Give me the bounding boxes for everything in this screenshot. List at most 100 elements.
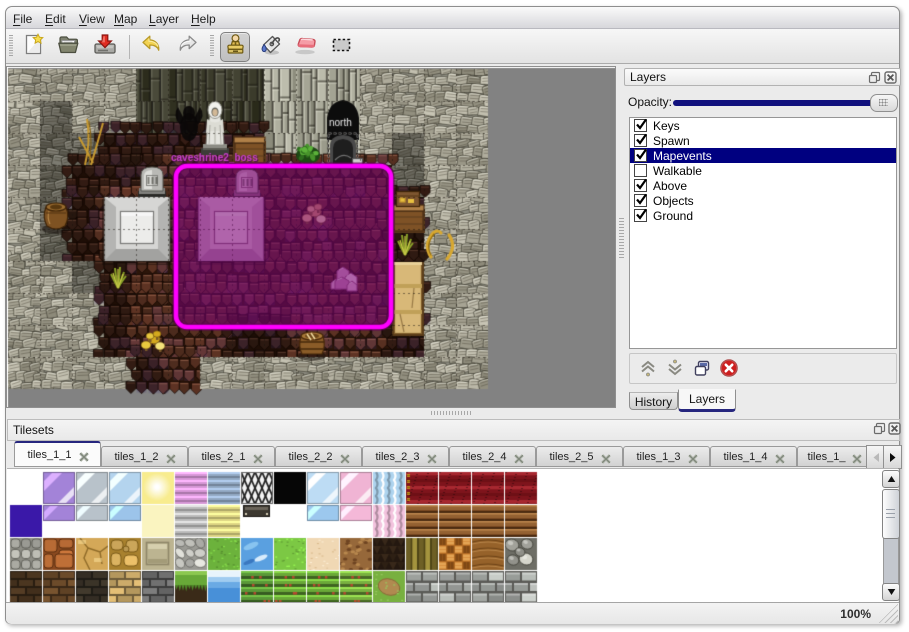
float-button[interactable] bbox=[873, 422, 886, 435]
tileset-tab-label: tiles_2_4 bbox=[462, 451, 506, 463]
tab-close-button[interactable] bbox=[78, 450, 88, 460]
undo-button[interactable] bbox=[138, 34, 164, 60]
delete-layer-button[interactable] bbox=[719, 358, 739, 378]
close-icon bbox=[687, 452, 699, 468]
tileset-tab-tiles_1_[interactable]: tiles_1_ bbox=[797, 446, 872, 467]
tileset-tab-tiles_1_2[interactable]: tiles_1_2 bbox=[101, 446, 188, 467]
opacity-slider-track[interactable] bbox=[673, 100, 895, 106]
resize-grip[interactable] bbox=[878, 603, 898, 623]
tab-close-button[interactable] bbox=[426, 452, 436, 462]
tab-layers-label: Layers bbox=[689, 392, 725, 406]
duplicate-layer-icon bbox=[692, 365, 712, 382]
undo-icon bbox=[139, 33, 164, 61]
close-icon bbox=[426, 452, 438, 468]
tileset-tab-tiles_1_1[interactable]: tiles_1_1 bbox=[14, 441, 101, 467]
tileset-tab-tiles_2_4[interactable]: tiles_2_4 bbox=[449, 446, 536, 467]
tab-close-button[interactable] bbox=[774, 452, 784, 462]
float-button[interactable] bbox=[868, 71, 881, 84]
close-button[interactable] bbox=[884, 71, 897, 84]
layer-row-walkable[interactable]: Walkable bbox=[630, 163, 896, 178]
open-button[interactable] bbox=[56, 34, 82, 60]
toolbar-grip[interactable] bbox=[210, 35, 214, 57]
tab-close-button[interactable] bbox=[687, 452, 697, 462]
tileset-tab-label: tiles_2_5 bbox=[549, 451, 593, 463]
tileset-tab-tiles_2_5[interactable]: tiles_2_5 bbox=[536, 446, 623, 467]
scroll-down-button[interactable] bbox=[882, 583, 900, 601]
close-icon bbox=[851, 452, 863, 468]
map-canvas[interactable] bbox=[7, 67, 615, 407]
close-button[interactable] bbox=[888, 422, 901, 435]
layer-row-above[interactable]: Above bbox=[630, 178, 896, 193]
menu-file[interactable]: File bbox=[7, 9, 38, 29]
layers-dock-title: Layers bbox=[630, 70, 666, 84]
menu-view[interactable]: View bbox=[73, 9, 111, 29]
screen: FileEditViewMapLayerHelp Layers Opacity:… bbox=[0, 0, 909, 632]
menu-map[interactable]: Map bbox=[108, 9, 143, 29]
redo-button[interactable] bbox=[174, 34, 200, 60]
layers-dock: Layers Opacity: KeysSpawnMapeventsWalkab… bbox=[624, 65, 900, 412]
toolbar-grip[interactable] bbox=[9, 35, 13, 57]
tab-close-button[interactable] bbox=[513, 452, 523, 462]
tileset-tab-tiles_1_3[interactable]: tiles_1_3 bbox=[623, 446, 710, 467]
menu-bar: FileEditViewMapLayerHelp bbox=[6, 7, 899, 29]
checkmark-icon bbox=[634, 117, 649, 132]
tileset-tab-label: tiles_1_2 bbox=[114, 451, 158, 463]
tileset-scrollbar[interactable] bbox=[882, 470, 898, 600]
layer-checkbox-above[interactable] bbox=[634, 179, 647, 192]
tileset-tab-tiles_2_3[interactable]: tiles_2_3 bbox=[362, 446, 449, 467]
tilesets-dock-title: Tilesets bbox=[13, 423, 54, 437]
menu-help[interactable]: Help bbox=[185, 9, 222, 29]
fill-stamp-button[interactable] bbox=[258, 34, 284, 60]
layer-row-mapevents[interactable]: Mapevents bbox=[630, 148, 896, 163]
layer-row-spawn[interactable]: Spawn bbox=[630, 133, 896, 148]
layer-checkbox-ground[interactable] bbox=[634, 209, 647, 222]
scrollbar-track[interactable] bbox=[883, 537, 899, 584]
close-icon bbox=[339, 452, 351, 468]
tab-layers[interactable]: Layers bbox=[678, 389, 736, 412]
map-view[interactable] bbox=[6, 66, 616, 408]
arrow-up-icon bbox=[887, 475, 896, 483]
layer-checkbox-walkable[interactable] bbox=[634, 164, 647, 177]
tileset-tab-tiles_2_2[interactable]: tiles_2_2 bbox=[275, 446, 362, 467]
opacity-row: Opacity: bbox=[624, 91, 900, 115]
scroll-up-button[interactable] bbox=[882, 470, 900, 488]
tab-close-button[interactable] bbox=[165, 452, 175, 462]
raise-layer-button[interactable] bbox=[638, 358, 658, 378]
layer-name: Keys bbox=[653, 119, 680, 133]
tileset-view[interactable] bbox=[7, 468, 898, 604]
opacity-slider-handle[interactable] bbox=[870, 94, 898, 112]
stamp-button[interactable] bbox=[220, 32, 250, 62]
menu-layer[interactable]: Layer bbox=[143, 9, 185, 29]
toolbar-separator bbox=[129, 35, 130, 59]
tab-close-button[interactable] bbox=[339, 452, 349, 462]
new-map-icon bbox=[22, 33, 45, 61]
layer-checkbox-objects[interactable] bbox=[634, 194, 647, 207]
scrollbar-handle[interactable] bbox=[882, 489, 900, 539]
tab-close-button[interactable] bbox=[600, 452, 610, 462]
tilesets-dock-titlebar: Tilesets bbox=[7, 419, 900, 441]
new-map-button[interactable] bbox=[20, 34, 46, 60]
eraser-button[interactable] bbox=[292, 34, 318, 60]
toolbar bbox=[6, 29, 899, 64]
layer-row-objects[interactable]: Objects bbox=[630, 193, 896, 208]
layer-checkbox-keys[interactable] bbox=[634, 119, 647, 132]
tab-close-button[interactable] bbox=[851, 452, 861, 462]
layer-checkbox-mapevents[interactable] bbox=[634, 149, 647, 162]
tileset-tab-tiles_2_1[interactable]: tiles_2_1 bbox=[188, 446, 275, 467]
vertical-splitter[interactable] bbox=[616, 66, 624, 408]
layer-row-ground[interactable]: Ground bbox=[630, 208, 896, 223]
restore-icon bbox=[873, 422, 886, 435]
tileset-tab-tiles_1_4[interactable]: tiles_1_4 bbox=[710, 446, 797, 467]
tab-close-button[interactable] bbox=[252, 452, 262, 462]
duplicate-layer-button[interactable] bbox=[692, 358, 712, 378]
lower-layer-button[interactable] bbox=[665, 358, 685, 378]
select-region-button[interactable] bbox=[328, 34, 354, 60]
tileset-palette-canvas[interactable] bbox=[9, 471, 549, 603]
tab-history[interactable]: History bbox=[629, 392, 678, 410]
tab-scroll-right-button[interactable] bbox=[883, 445, 902, 469]
layer-checkbox-spawn[interactable] bbox=[634, 134, 647, 147]
save-button[interactable] bbox=[92, 34, 118, 60]
layer-name: Ground bbox=[653, 209, 693, 223]
layer-row-keys[interactable]: Keys bbox=[630, 118, 896, 133]
menu-edit[interactable]: Edit bbox=[39, 9, 72, 29]
